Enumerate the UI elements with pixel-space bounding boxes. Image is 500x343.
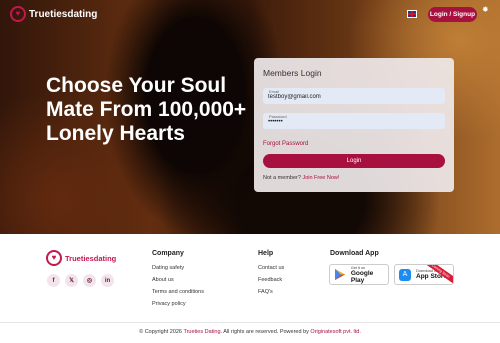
privacy-policy-link[interactable]: Privacy policy	[152, 301, 204, 307]
join-free-link[interactable]: Join Free Now!	[302, 175, 339, 181]
instagram-icon[interactable]: ◎	[83, 274, 96, 287]
login-button[interactable]: Login	[263, 154, 445, 168]
google-play-button[interactable]: Get it on Google Play	[329, 264, 389, 285]
password-field[interactable]: Password	[263, 113, 445, 129]
google-play-label: Google Play	[350, 269, 374, 284]
copyright: © Copyright 2026 Trueties Dating. All ri…	[0, 329, 500, 335]
forgot-password-link[interactable]: Forgot Password	[263, 141, 308, 147]
copyright-middle: . All rights are reserved. Powered by	[220, 329, 309, 335]
app-store-button[interactable]: A Download on the App Store Coming Soon	[394, 264, 454, 285]
social-links: f 𝕏 ◎ in	[47, 274, 114, 287]
email-input[interactable]	[268, 94, 438, 100]
download-heading: Download App	[330, 250, 379, 257]
linkedin-icon[interactable]: in	[101, 274, 114, 287]
terms-link[interactable]: Terms and conditions	[152, 289, 204, 295]
member-prompt: Not a member? Join Free Now!	[263, 175, 339, 181]
contact-us-link[interactable]: Contact us	[258, 265, 284, 271]
x-twitter-icon[interactable]: 𝕏	[65, 274, 78, 287]
copyright-prefix: © Copyright 2026	[139, 329, 182, 335]
email-field[interactable]: Email	[263, 88, 445, 104]
uk-flag-icon[interactable]	[407, 10, 417, 18]
feedback-link[interactable]: Feedback	[258, 277, 284, 283]
logo-text: Truetiesdating	[29, 8, 98, 20]
member-prompt-text: Not a member?	[263, 175, 301, 181]
login-signup-button[interactable]: Login / Signup	[428, 7, 477, 22]
login-panel-title: Members Login	[263, 68, 322, 78]
members-login-panel: Members Login Email Password Forgot Pass…	[254, 58, 454, 192]
copyright-company[interactable]: Originatesoft pvt. ltd.	[310, 329, 360, 335]
sun-icon[interactable]: ✸	[482, 5, 489, 14]
password-input[interactable]	[268, 119, 438, 125]
about-us-link[interactable]: About us	[152, 277, 204, 283]
download-column: Download App	[330, 250, 379, 265]
heart-logo-icon: ♥	[46, 250, 62, 266]
facebook-icon[interactable]: f	[47, 274, 60, 287]
app-store-icon: A	[399, 268, 411, 281]
company-heading: Company	[152, 250, 184, 257]
footer-logo[interactable]: ♥ Truetiesdating	[46, 250, 116, 266]
dating-safety-link[interactable]: Dating safety	[152, 265, 204, 271]
help-heading: Help	[258, 250, 274, 257]
heart-logo-icon: ♥	[10, 6, 26, 22]
header-logo[interactable]: ♥ Truetiesdating	[10, 6, 97, 22]
footer-divider	[0, 322, 500, 323]
faq-link[interactable]: FAQ's	[258, 289, 284, 295]
footer-logo-text: Truetiesdating	[65, 253, 117, 263]
company-column: Company Dating safety About us Terms and…	[152, 250, 204, 313]
hero-section: ♥ Truetiesdating Login / Signup ✸ Choose…	[0, 0, 500, 234]
copyright-brand[interactable]: Trueties Dating	[183, 329, 220, 335]
hero-headline: Choose Your Soul Mate From 100,000+ Lone…	[46, 74, 247, 145]
footer: ♥ Truetiesdating f 𝕏 ◎ in Company Dating…	[0, 234, 500, 343]
help-column: Help Contact us Feedback FAQ's	[258, 250, 284, 301]
google-play-icon	[334, 269, 346, 281]
